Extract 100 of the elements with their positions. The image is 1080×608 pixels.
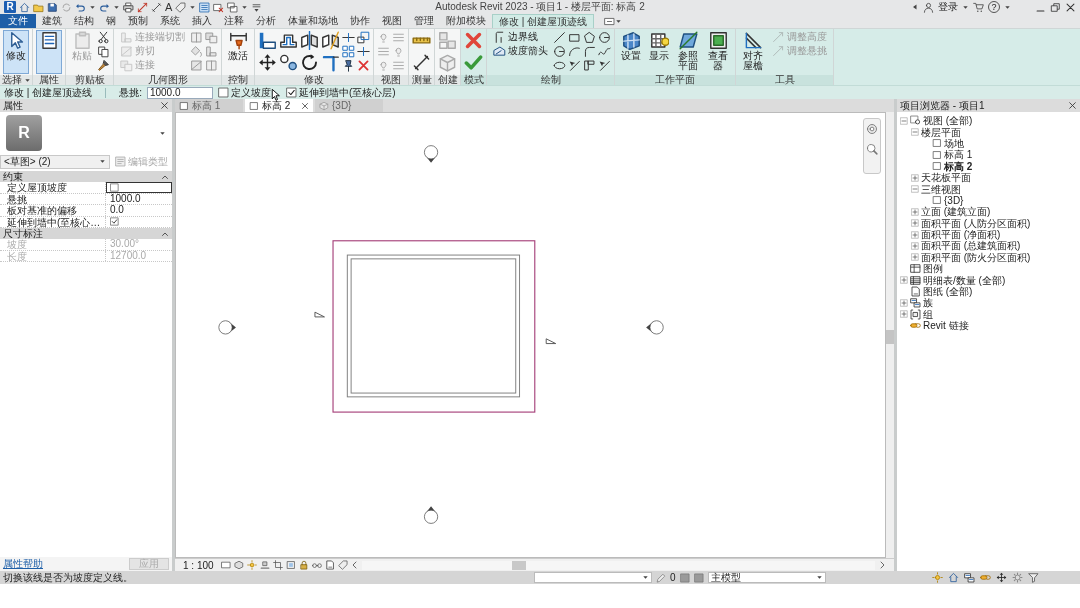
expand-toggle-icon[interactable] <box>911 173 919 182</box>
spline-icon[interactable] <box>598 45 611 58</box>
rotate-arrow-icon[interactable] <box>300 53 319 72</box>
close-icon[interactable] <box>1068 101 1077 110</box>
ribbon-tab[interactable]: 钢 <box>100 14 122 28</box>
cancel-x-icon[interactable] <box>464 31 483 50</box>
tree-item[interactable]: 楼层平面 <box>921 126 961 138</box>
close-icon[interactable] <box>301 101 309 110</box>
thin-lines-icon[interactable] <box>199 1 211 13</box>
ribbon-button[interactable]: 激活 <box>225 30 251 74</box>
caret-icon[interactable] <box>89 3 96 11</box>
shadow-icon[interactable] <box>259 560 270 570</box>
tree-item[interactable]: {3D} <box>944 194 964 206</box>
overlapping-squares-icon[interactable] <box>205 31 218 44</box>
sun-icon[interactable] <box>246 560 257 570</box>
scroll-right-icon[interactable] <box>878 561 886 569</box>
house-icon[interactable] <box>948 572 959 583</box>
dimension-line-icon[interactable] <box>151 1 162 13</box>
trim-corner-icon[interactable] <box>321 53 340 72</box>
ribbon-tab[interactable]: 建筑 <box>36 14 68 28</box>
ribbon-tab[interactable]: 注释 <box>218 14 250 28</box>
checkbox-label[interactable]: 延伸到墙中(至核心层) <box>298 85 396 100</box>
measure-arrows-icon[interactable] <box>137 1 148 13</box>
arc-icon[interactable] <box>568 45 581 58</box>
close-icon[interactable] <box>1065 1 1076 13</box>
cube-outline-icon[interactable] <box>438 53 457 72</box>
tree-item[interactable]: 组 <box>923 308 933 320</box>
array-grid-icon[interactable] <box>342 45 355 58</box>
crop-icon[interactable] <box>272 560 283 570</box>
caret-icon[interactable] <box>159 129 166 137</box>
collapse-toggle-icon[interactable] <box>911 185 919 194</box>
app-logo[interactable]: R <box>4 1 16 13</box>
pick-line-icon[interactable] <box>598 59 611 72</box>
ribbon-tab[interactable]: 插入 <box>186 14 218 28</box>
zoom-magnifier-icon[interactable] <box>866 143 878 155</box>
paintbrush-icon[interactable] <box>97 59 110 72</box>
pick-wall-icon[interactable] <box>583 59 596 72</box>
tree-item[interactable]: 面积平面 (净面积) <box>921 229 1001 241</box>
checkbox[interactable] <box>110 182 119 192</box>
split-line-icon[interactable] <box>357 45 370 58</box>
expand-toggle-icon[interactable] <box>900 298 908 307</box>
folder-icon[interactable] <box>33 1 44 13</box>
close-windows-icon[interactable] <box>213 1 225 13</box>
lock-icon[interactable] <box>298 560 309 570</box>
horizontal-scrollbar[interactable] <box>361 560 875 570</box>
split-face-icon[interactable] <box>205 59 218 72</box>
view-tab[interactable]: 标高 2 <box>245 99 313 112</box>
view-tab[interactable]: 标高 1 <box>175 99 243 112</box>
printer-icon[interactable] <box>123 1 134 13</box>
mirror-draw-icon[interactable] <box>321 31 340 50</box>
ribbon-button[interactable]: 修改 <box>3 30 29 74</box>
tree-item[interactable]: 立面 (建筑立面) <box>921 206 991 218</box>
sign-in-link[interactable]: 登录 <box>938 1 958 13</box>
checkbox[interactable] <box>110 217 119 227</box>
tree-item[interactable]: 明细表/数量 (全部) <box>923 274 1006 286</box>
pencil-icon[interactable] <box>656 572 666 583</box>
ribbon-button[interactable]: 对齐屋檐 <box>739 30 767 74</box>
gear-icon[interactable] <box>1012 572 1023 583</box>
back-triangle-icon[interactable] <box>911 3 919 11</box>
ribbon-tab[interactable]: 附加模块 <box>440 14 492 28</box>
copy-circles-icon[interactable] <box>279 53 298 72</box>
wall-corner-icon[interactable] <box>205 45 218 58</box>
cut-square-icon[interactable] <box>190 59 203 72</box>
group-blocks-icon[interactable] <box>438 31 457 50</box>
tree-item[interactable]: 标高 1 <box>944 149 973 161</box>
expand-toggle-icon[interactable] <box>911 242 919 250</box>
tree-item[interactable]: Revit 链接 <box>923 320 969 332</box>
file-menu-button[interactable]: 文件 <box>0 14 36 28</box>
ribbon-tab[interactable]: 管理 <box>408 14 440 28</box>
tree-item[interactable]: 族 <box>923 297 933 309</box>
pick-line-icon[interactable] <box>568 59 581 72</box>
ribbon-tab[interactable]: 体量和场地 <box>282 14 344 28</box>
link-chain-icon[interactable] <box>980 572 991 583</box>
sheet-icon[interactable] <box>324 560 335 570</box>
tree-item[interactable]: 面积平面 (总建筑面积) <box>921 240 1021 252</box>
property-value[interactable]: 1000.0 <box>106 193 172 204</box>
expand-toggle-icon[interactable] <box>911 230 919 239</box>
view-tab[interactable]: {3D} <box>315 99 383 112</box>
switch-windows-icon[interactable] <box>227 1 239 13</box>
caret-icon[interactable] <box>189 3 197 11</box>
ribbon-button[interactable] <box>36 30 62 74</box>
scroll-left-icon[interactable] <box>350 561 359 569</box>
checkbox[interactable] <box>285 87 297 98</box>
ribbon-tab[interactable]: 视图 <box>376 14 408 28</box>
ribbon-button[interactable]: 查看器 <box>704 30 732 74</box>
expand-toggle-icon[interactable] <box>900 276 908 285</box>
vertical-scrollbar[interactable] <box>886 112 894 558</box>
expand-toggle-icon[interactable] <box>911 207 919 216</box>
ribbon-tab[interactable]: 分析 <box>250 14 282 28</box>
checkbox-label[interactable]: 定义坡度 <box>230 85 271 100</box>
mirror-axis-icon[interactable] <box>300 31 319 50</box>
model-dropdown[interactable]: 主模型 <box>707 572 826 583</box>
property-value[interactable]: 0.0 <box>106 205 172 216</box>
text-tool-button[interactable]: A <box>165 1 173 13</box>
align-icon[interactable] <box>258 31 277 50</box>
scroll-thumb[interactable] <box>886 330 894 344</box>
caret-icon[interactable] <box>1004 3 1011 11</box>
line-icon[interactable] <box>553 31 566 44</box>
tree-item[interactable]: 场地 <box>944 137 964 149</box>
rectangle-icon[interactable] <box>568 31 581 44</box>
